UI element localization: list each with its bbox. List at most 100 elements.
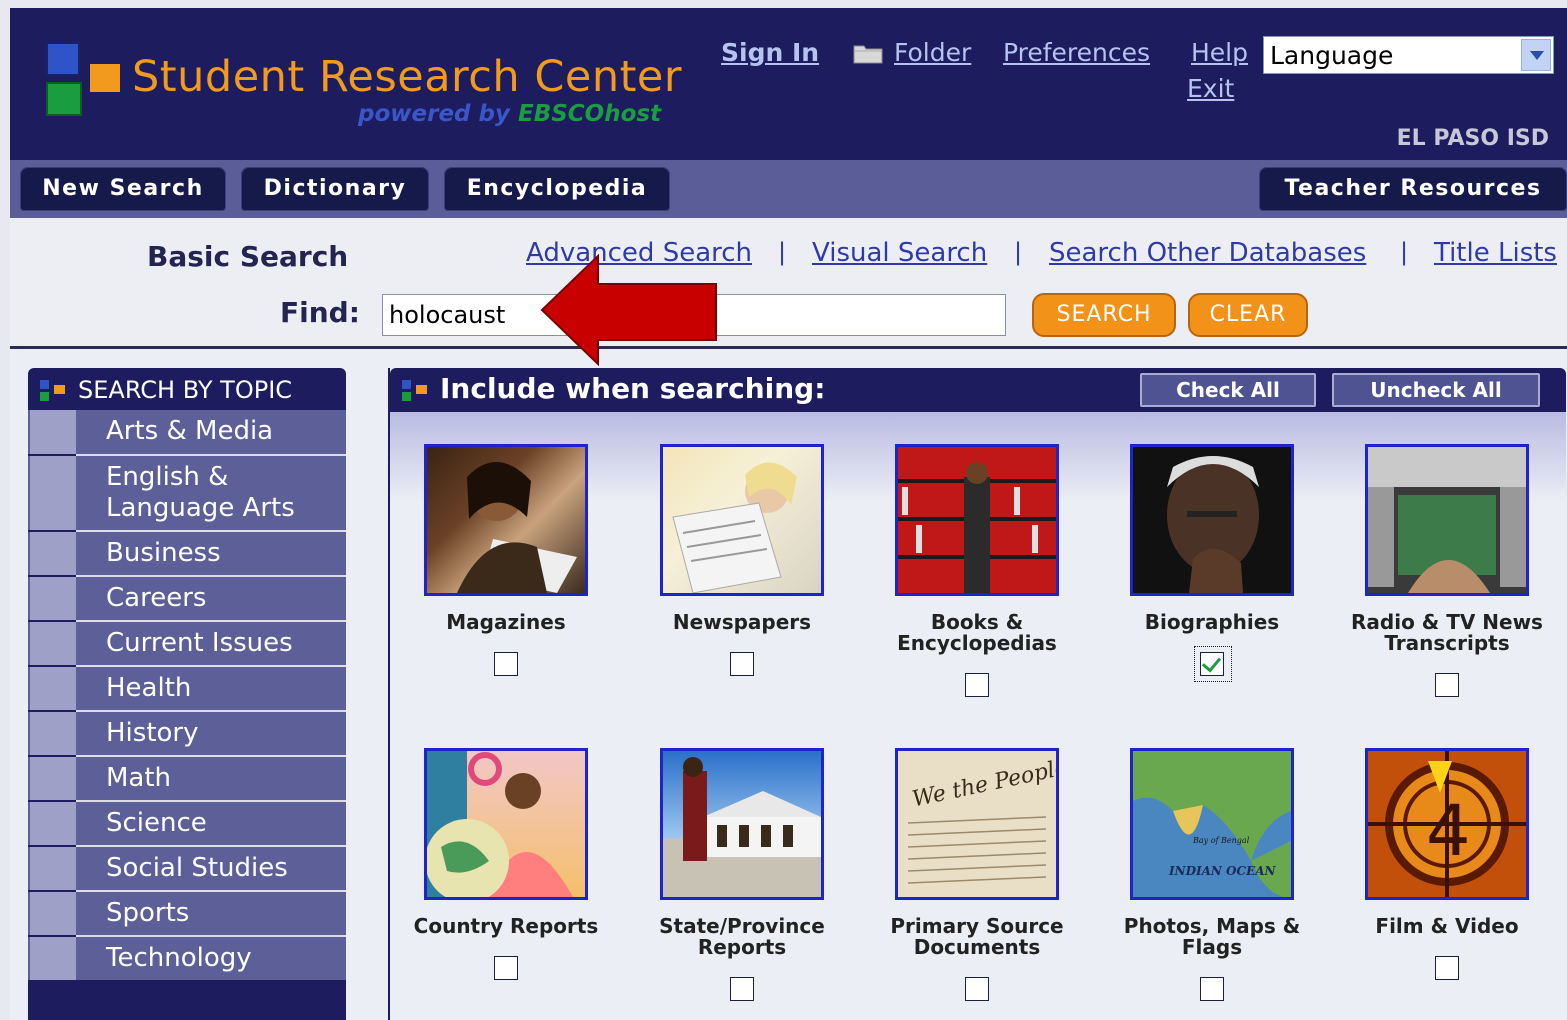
source-label: Film & Video <box>1375 914 1519 938</box>
photos-maps-flags-thumbnail[interactable]: Bay of Bengal INDIAN OCEAN <box>1130 748 1294 900</box>
topic-sidebar-header: SEARCH BY TOPIC <box>28 368 346 410</box>
topic-label: History <box>106 718 199 748</box>
topic-history[interactable]: History <box>28 712 346 755</box>
biographies-checkbox[interactable] <box>1200 652 1224 676</box>
topic-label: Math <box>106 763 172 793</box>
books-encyclopedias-checkbox[interactable] <box>965 673 989 697</box>
search-mode-title: Basic Search <box>147 240 349 273</box>
annotation-arrow-icon <box>540 254 717 366</box>
topic-english-language-arts[interactable]: English & Language Arts <box>28 456 346 530</box>
search-button[interactable]: SEARCH <box>1032 293 1176 337</box>
topic-sidebar-title: SEARCH BY TOPIC <box>78 376 293 404</box>
header: Student Research Center powered by EBSCO… <box>10 8 1567 160</box>
topic-technology[interactable]: Technology <box>28 937 346 980</box>
source-label: Biographies <box>1144 610 1280 634</box>
app-frame: Student Research Center powered by EBSCO… <box>10 8 1567 1020</box>
link-separator: | <box>1400 238 1409 266</box>
state-province-reports-thumbnail[interactable] <box>660 748 824 900</box>
radio-tv-news-checkbox[interactable] <box>1435 673 1459 697</box>
link-separator: | <box>778 238 787 266</box>
dictionary-button[interactable]: Dictionary <box>241 167 429 211</box>
film-video-checkbox[interactable] <box>1435 956 1459 980</box>
visual-search-link[interactable]: Visual Search <box>812 238 987 268</box>
topic-label: Language Arts <box>106 493 295 523</box>
include-panel-title: Include when searching: <box>440 372 826 405</box>
search-input-value: holocaust <box>389 301 506 329</box>
source-label: Newspapers <box>672 610 812 634</box>
new-search-button[interactable]: New Search <box>20 167 226 211</box>
topic-label: Sports <box>106 898 190 928</box>
primary-source-documents-checkbox[interactable] <box>965 977 989 1001</box>
source-label: Photos, Maps & Flags <box>1123 914 1301 959</box>
country-reports-checkbox[interactable] <box>494 956 518 980</box>
source-label: Radio & TV News Transcripts <box>1351 610 1543 655</box>
title-lists-link[interactable]: Title Lists <box>1434 238 1557 268</box>
powered-by-text: powered by <box>358 101 510 127</box>
source-label: State/Province Reports <box>659 914 825 959</box>
help-link[interactable]: Help <box>1191 38 1248 67</box>
clear-button[interactable]: CLEAR <box>1188 293 1308 337</box>
books-encyclopedias-thumbnail[interactable] <box>895 444 1059 596</box>
country-reports-thumbnail[interactable] <box>424 748 588 900</box>
search-other-databases-link[interactable]: Search Other Databases <box>1049 238 1366 268</box>
topic-careers[interactable]: Careers <box>28 577 346 620</box>
photos-maps-flags-checkbox[interactable] <box>1200 977 1224 1001</box>
language-select-value: Language <box>1270 41 1394 70</box>
include-panel: Include when searching: Check All Unchec… <box>388 368 1566 1020</box>
source-label: Primary Source Documents <box>890 914 1064 959</box>
topic-sidebar: SEARCH BY TOPIC Arts & Media English & L… <box>28 368 346 1020</box>
nav-bar: New Search Dictionary Encyclopedia Teach… <box>10 160 1567 218</box>
state-province-reports-checkbox[interactable] <box>730 977 754 1001</box>
topic-science[interactable]: Science <box>28 802 346 845</box>
logo-square-blue <box>46 42 80 76</box>
language-select[interactable]: Language <box>1263 36 1554 74</box>
include-panel-header: Include when searching: Check All Unchec… <box>390 368 1566 412</box>
section-logo-icon <box>402 380 427 401</box>
folder-icon[interactable] <box>853 42 883 64</box>
topic-health[interactable]: Health <box>28 667 346 710</box>
link-separator: | <box>1014 238 1023 266</box>
topic-business[interactable]: Business <box>28 532 346 575</box>
topic-label: English & <box>106 462 229 492</box>
newspapers-thumbnail[interactable] <box>660 444 824 596</box>
film-video-thumbnail[interactable]: 4 <box>1365 748 1529 900</box>
topic-social-studies[interactable]: Social Studies <box>28 847 346 890</box>
radio-tv-news-thumbnail[interactable] <box>1365 444 1529 596</box>
topic-label: Health <box>106 673 192 703</box>
map-label: INDIAN OCEAN <box>1168 864 1277 878</box>
search-area: Basic Search Advanced Search | Visual Se… <box>10 218 1567 349</box>
check-all-button[interactable]: Check All <box>1140 373 1316 407</box>
logo-square-orange <box>90 64 120 92</box>
teacher-resources-button[interactable]: Teacher Resources <box>1259 167 1567 211</box>
exit-link[interactable]: Exit <box>1187 74 1234 103</box>
powered-by-brand: EBSCOhost <box>518 101 662 127</box>
district-name: EL PASO ISD <box>1396 126 1549 151</box>
topic-current-issues[interactable]: Current Issues <box>28 622 346 665</box>
topic-label: Careers <box>106 583 207 613</box>
app-title: Student Research Center <box>132 52 683 102</box>
topic-label: Science <box>106 808 207 838</box>
primary-source-documents-thumbnail[interactable]: We the People <box>895 748 1059 900</box>
magazines-checkbox[interactable] <box>494 652 518 676</box>
uncheck-all-button[interactable]: Uncheck All <box>1332 373 1540 407</box>
topic-label: Technology <box>106 943 252 973</box>
topic-label: Arts & Media <box>106 416 274 446</box>
topic-label: Business <box>106 538 221 568</box>
folder-link[interactable]: Folder <box>894 38 971 67</box>
powered-by: powered by EBSCOhost <box>358 101 661 127</box>
source-label: Magazines <box>446 610 566 634</box>
biographies-thumbnail[interactable] <box>1130 444 1294 596</box>
topic-sports[interactable]: Sports <box>28 892 346 935</box>
preferences-link[interactable]: Preferences <box>1003 38 1150 67</box>
magazines-thumbnail[interactable] <box>424 444 588 596</box>
topic-arts-media[interactable]: Arts & Media <box>28 410 346 454</box>
newspapers-checkbox[interactable] <box>730 652 754 676</box>
topic-math[interactable]: Math <box>28 757 346 800</box>
chevron-down-icon[interactable] <box>1521 39 1551 71</box>
encyclopedia-button[interactable]: Encyclopedia <box>444 167 670 211</box>
topic-label: Current Issues <box>106 628 293 658</box>
source-label: Country Reports <box>413 914 599 938</box>
countdown-number: 4 <box>1426 790 1471 872</box>
sign-in-link[interactable]: Sign In <box>721 38 819 67</box>
logo-square-green <box>46 82 82 116</box>
